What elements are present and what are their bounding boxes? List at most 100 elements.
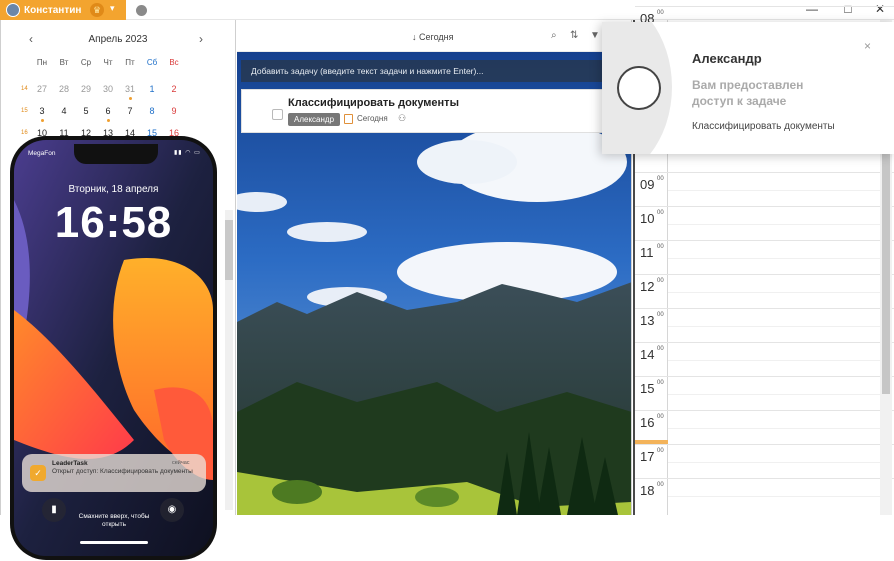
task-title: Классифицировать документы	[288, 97, 459, 109]
week-number: 16	[21, 130, 28, 136]
add-task-input[interactable]: Добавить задачу (введите текст задачи и …	[241, 60, 631, 82]
calendar-day[interactable]: 1	[141, 84, 163, 94]
sync-icon[interactable]	[136, 5, 147, 16]
access-notification[interactable]: Александр Вам предоставлен доступ к зада…	[602, 22, 894, 154]
user-avatar	[6, 3, 20, 17]
calendar-grid: 14 27 28 29 30 31 1 2 15 3 4 5 6 7 8 9 1…	[21, 78, 185, 144]
app-window: Константин ♛ ▾ — □ ✕ ‹ Апрель 2023 › Пн …	[0, 0, 894, 561]
calendar-day[interactable]: 6	[97, 106, 119, 122]
user-name: Константин	[24, 4, 82, 16]
calendar-day[interactable]: 31	[119, 84, 141, 100]
hour-label: 10	[640, 211, 655, 226]
half-hour-line	[668, 360, 880, 361]
push-app-name: LeaderTask	[52, 460, 88, 467]
scrollbar[interactable]	[225, 210, 233, 510]
scrollbar-thumb[interactable]	[882, 154, 890, 394]
calendar-day[interactable]: 5	[75, 106, 97, 116]
weekday-label: Ср	[80, 58, 92, 67]
calendar-day[interactable]: 4	[53, 106, 75, 116]
push-text: Открыт доступ: Классифицировать документ…	[52, 468, 193, 475]
phone-mockup: MegaFon ▮▮ ◠ ▭ Вторник, 18 апреля 16:58 …	[10, 136, 217, 560]
task-toolbar: ↓ Сегодня ⌕ ⇅ ▼	[237, 20, 631, 52]
task-list-panel: ↓ Сегодня ⌕ ⇅ ▼ Добавить задачу (введите…	[237, 20, 632, 515]
hour-label: 13	[640, 313, 655, 328]
hour-row: 14 00	[635, 342, 894, 376]
push-time: сейчас	[172, 460, 190, 466]
lock-time: 16:58	[54, 198, 173, 247]
task-card[interactable]: Классифицировать документы Александр Сег…	[241, 89, 631, 133]
status-icons: ▮▮ ◠ ▭	[174, 150, 201, 156]
chevron-left-icon[interactable]: ‹	[29, 32, 33, 46]
half-hour-line	[668, 190, 880, 191]
hour-row: 11 00	[635, 240, 894, 274]
push-notification[interactable]: ✓ LeaderTask сейчас Открыт доступ: Класс…	[22, 454, 206, 492]
calendar-day[interactable]: 27	[31, 84, 53, 94]
minute-label: 00	[657, 10, 664, 16]
carrier-label: MegaFon	[28, 150, 56, 157]
calendar-month-label: Апрель 2023	[88, 34, 148, 45]
hour-label: 11	[640, 245, 654, 260]
calendar-day[interactable]: 30	[97, 84, 119, 94]
current-time-indicator	[635, 440, 668, 444]
lock-date: Вторник, 18 апреля	[68, 184, 159, 195]
calendar-day[interactable]: 3	[31, 106, 53, 122]
hour-label: 09	[640, 177, 655, 192]
today-button[interactable]: ↓ Сегодня	[412, 32, 454, 42]
phone-lock-screen: MegaFon ▮▮ ◠ ▭ Вторник, 18 апреля 16:58 …	[14, 140, 213, 556]
camera-icon[interactable]: ◉	[160, 498, 184, 522]
half-hour-line	[668, 326, 880, 327]
half-hour-line	[668, 496, 880, 497]
sort-icon[interactable]: ⇅	[570, 30, 578, 41]
filter-icon[interactable]: ▼	[590, 30, 600, 41]
flashlight-icon[interactable]: ▮	[42, 498, 66, 522]
minute-label: 00	[657, 414, 664, 420]
hour-row: 16 00	[635, 410, 894, 444]
home-indicator[interactable]	[80, 541, 148, 544]
phone-notch	[74, 144, 158, 164]
swipe-hint: Смахните вверх, чтобы открыть	[78, 513, 150, 528]
hour-row: 17 00	[635, 444, 894, 478]
search-icon[interactable]: ⌕	[551, 30, 557, 41]
hour-label: 15	[640, 381, 655, 396]
calendar-week: 15 3 4 5 6 7 8 9	[21, 100, 185, 122]
weekday-label: Пн	[36, 58, 48, 67]
hour-row: 12 00	[635, 274, 894, 308]
calendar-weekdays: Пн Вт Ср Чт Пт Сб Вс	[31, 58, 185, 67]
week-number: 15	[21, 108, 28, 114]
calendar-day[interactable]: 9	[163, 106, 185, 116]
hour-row: 10 00	[635, 206, 894, 240]
calendar-day[interactable]: 8	[141, 106, 163, 116]
hour-label: 16	[640, 415, 655, 430]
calendar-week: 14 27 28 29 30 31 1 2	[21, 78, 185, 100]
minute-label: 00	[657, 210, 664, 216]
minute-label: 00	[657, 380, 664, 386]
calendar-day[interactable]: 2	[163, 84, 185, 94]
half-hour-line	[668, 428, 880, 429]
notification-task-link[interactable]: Классифицировать документы	[692, 121, 835, 132]
minute-label: 00	[657, 244, 664, 250]
assignee-badge[interactable]: Александр	[288, 113, 341, 126]
scrollbar-thumb[interactable]	[225, 220, 233, 280]
user-menu-button[interactable]: Константин ♛ ▾	[0, 0, 126, 20]
weekday-label: Чт	[103, 58, 113, 67]
weekday-label: Пт	[125, 58, 135, 67]
calendar-day[interactable]: 28	[53, 84, 75, 94]
weekday-label: Вт	[59, 58, 69, 67]
hour-row: 09 00	[635, 172, 894, 206]
half-hour-line	[668, 224, 880, 225]
half-hour-line	[668, 292, 880, 293]
close-icon[interactable]: ×	[864, 39, 871, 53]
calendar-day[interactable]: 7	[119, 106, 141, 116]
hour-label: 18	[640, 483, 655, 498]
avatar	[617, 66, 661, 110]
chevron-right-icon[interactable]: ›	[199, 32, 203, 46]
task-checkbox[interactable]	[272, 109, 283, 120]
calendar-icon	[344, 114, 353, 124]
minute-label: 00	[657, 312, 664, 318]
half-hour-line	[668, 462, 880, 463]
today-label: Сегодня	[419, 32, 454, 42]
calendar-day[interactable]: 29	[75, 84, 97, 94]
notification-sender: Александр	[692, 51, 762, 66]
task-date[interactable]: Сегодня	[357, 114, 388, 123]
hour-row: 18 00	[635, 478, 894, 512]
